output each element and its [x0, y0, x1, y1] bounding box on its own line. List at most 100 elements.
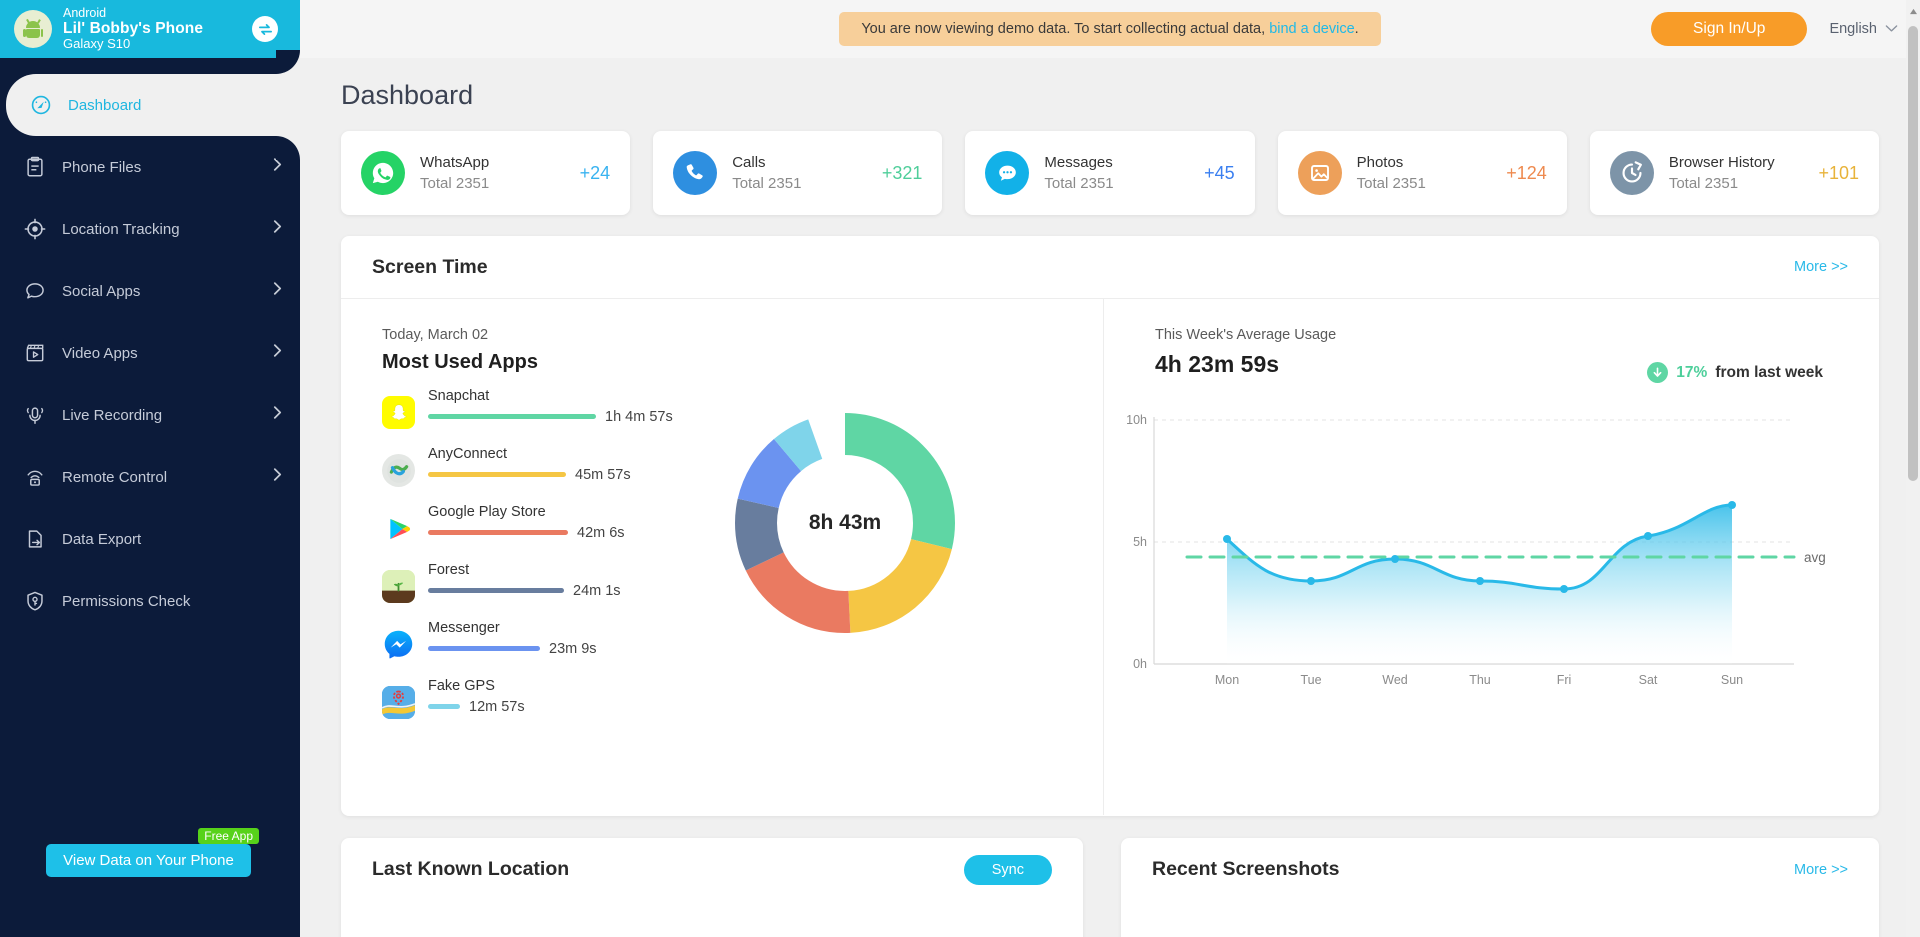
sign-in-up-button[interactable]: Sign In/Up: [1651, 12, 1807, 46]
demo-data-banner: You are now viewing demo data. To start …: [839, 12, 1380, 46]
phone-call-icon: [673, 151, 717, 195]
bind-a-device-link[interactable]: bind a device: [1269, 21, 1354, 37]
sidebar-item-label: Dashboard: [68, 97, 282, 114]
stat-card-messages[interactable]: Messages Total 2351 +45: [965, 131, 1254, 215]
sidebar-nav: Dashboard Phone Files: [0, 58, 300, 632]
sidebar-item-location-tracking[interactable]: Location Tracking: [0, 198, 300, 260]
chevron-right-icon: [273, 157, 282, 177]
sidebar-item-dashboard[interactable]: Dashboard: [6, 74, 300, 136]
screen-time-header: Screen Time More >>: [341, 236, 1879, 299]
stat-card-whatsapp[interactable]: WhatsApp Total 2351 +24: [341, 131, 630, 215]
app-usage-list: Snapchat 1h 4m 57s: [382, 387, 712, 735]
messenger-icon: [382, 628, 415, 661]
scroll-up-arrow-icon[interactable]: [1906, 3, 1920, 19]
ytick-label: 0h: [1133, 657, 1147, 671]
list-item[interactable]: Fake GPS 12m 57s: [382, 677, 712, 735]
app-usage-time: 24m 1s: [573, 583, 621, 599]
app-usage-bar: [428, 472, 566, 477]
stat-card-photos[interactable]: Photos Total 2351 +124: [1278, 131, 1567, 215]
week-delta-text: from last week: [1715, 364, 1823, 382]
app-usage-time: 23m 9s: [549, 641, 597, 657]
sidebar-item-label: Location Tracking: [62, 221, 273, 238]
week-delta-percent: 17%: [1676, 364, 1707, 382]
last-known-location-title: Last Known Location: [372, 858, 569, 881]
switch-device-icon[interactable]: [252, 16, 278, 42]
sidebar-item-live-recording[interactable]: Live Recording: [0, 384, 300, 446]
week-delta: 17% from last week: [1647, 362, 1823, 383]
most-used-apps-section: Today, March 02 Most Used Apps Snapchat …: [341, 299, 1103, 815]
arrow-down-circle-icon: [1647, 362, 1668, 383]
data-point-sat: [1644, 532, 1652, 540]
app-name: Messenger: [428, 619, 712, 639]
xtick-label: Wed: [1382, 673, 1408, 687]
xtick-label: Sat: [1639, 673, 1658, 687]
file-export-icon: [22, 528, 48, 550]
stat-card-delta: +101: [1812, 163, 1859, 184]
list-item[interactable]: Snapchat 1h 4m 57s: [382, 387, 712, 445]
sync-button[interactable]: Sync: [964, 855, 1052, 885]
list-item[interactable]: AnyConnect 45m 57s: [382, 445, 712, 503]
stat-card-name: Photos: [1357, 152, 1501, 173]
stat-card-delta: +24: [574, 163, 611, 184]
chevron-right-icon: [273, 405, 282, 425]
sidebar-item-social-apps[interactable]: Social Apps: [0, 260, 300, 322]
app-name: Forest: [428, 561, 712, 581]
app-name: AnyConnect: [428, 445, 712, 465]
data-point-wed: [1391, 555, 1399, 563]
screen-time-more-link[interactable]: More >>: [1794, 259, 1848, 275]
list-item[interactable]: Messenger 23m 9s: [382, 619, 712, 677]
whatsapp-icon: [361, 151, 405, 195]
clipboard-icon: [22, 156, 48, 178]
app-usage-bar: [428, 646, 540, 651]
stat-card-total: Total 2351: [420, 173, 574, 194]
stat-card-browser-history[interactable]: Browser History Total 2351 +101: [1590, 131, 1879, 215]
stat-card-delta: +321: [876, 163, 923, 184]
banner-tail: .: [1355, 21, 1359, 37]
bottom-panels-row: Last Known Location Sync Recent Screensh…: [341, 838, 1879, 937]
stat-cards-row: WhatsApp Total 2351 +24 Calls Total 2351…: [341, 131, 1879, 215]
sidebar-item-video-apps[interactable]: Video Apps: [0, 322, 300, 384]
data-point-tue: [1307, 577, 1315, 585]
sidebar-item-remote-control[interactable]: Remote Control: [0, 446, 300, 508]
xtick-label: Sun: [1721, 673, 1743, 687]
stat-card-name: Messages: [1044, 152, 1198, 173]
language-label: English: [1829, 21, 1877, 37]
snapchat-ghost-icon: [382, 396, 415, 429]
app-usage-time: 42m 6s: [577, 525, 625, 541]
list-item[interactable]: Forest 24m 1s: [382, 561, 712, 619]
sidebar-item-permissions-check[interactable]: Permissions Check: [0, 570, 300, 632]
view-data-label: View Data on Your Phone: [63, 852, 234, 869]
page-scrollbar[interactable]: [1906, 0, 1920, 937]
data-point-mon: [1223, 535, 1231, 543]
stat-card-calls[interactable]: Calls Total 2351 +321: [653, 131, 942, 215]
sidebar: Android Lil' Bobby's Phone Galaxy S10: [0, 0, 300, 937]
sidebar-item-label: Permissions Check: [62, 593, 282, 610]
top-bar-right: Sign In/Up English: [1651, 0, 1898, 58]
app-usage-bar: [428, 530, 568, 535]
forest-plant-icon: [382, 570, 415, 603]
view-data-on-phone-button[interactable]: View Data on Your Phone Free App: [46, 844, 251, 877]
sidebar-item-phone-files[interactable]: Phone Files: [0, 136, 300, 198]
app-name: Snapchat: [428, 387, 712, 407]
sidebar-item-data-export[interactable]: Data Export: [0, 508, 300, 570]
recent-screenshots-title: Recent Screenshots: [1152, 858, 1340, 881]
main-content: Dashboard WhatsApp Total 2351 +24: [300, 58, 1920, 937]
free-app-badge: Free App: [198, 828, 259, 844]
data-point-sun: [1728, 501, 1736, 509]
stat-card-total: Total 2351: [1357, 173, 1501, 194]
app-usage-time: 1h 4m 57s: [605, 409, 673, 425]
sidebar-item-label: Live Recording: [62, 407, 273, 424]
app-usage-bar: [428, 414, 596, 419]
scrollbar-thumb[interactable]: [1908, 26, 1918, 481]
recent-screenshots-more-link[interactable]: More >>: [1794, 862, 1848, 878]
sidebar-item-label: Social Apps: [62, 283, 273, 300]
chevron-right-icon: [273, 467, 282, 487]
history-clock-icon: [1610, 151, 1654, 195]
chat-bubble-icon: [22, 280, 48, 302]
list-item[interactable]: Google Play Store 42m 6s: [382, 503, 712, 561]
dashboard-gauge-icon: [28, 94, 54, 116]
fake-gps-map-icon: [382, 686, 415, 719]
sidebar-item-label: Video Apps: [62, 345, 273, 362]
language-selector[interactable]: English: [1829, 21, 1898, 37]
app-usage-time: 45m 57s: [575, 467, 631, 483]
